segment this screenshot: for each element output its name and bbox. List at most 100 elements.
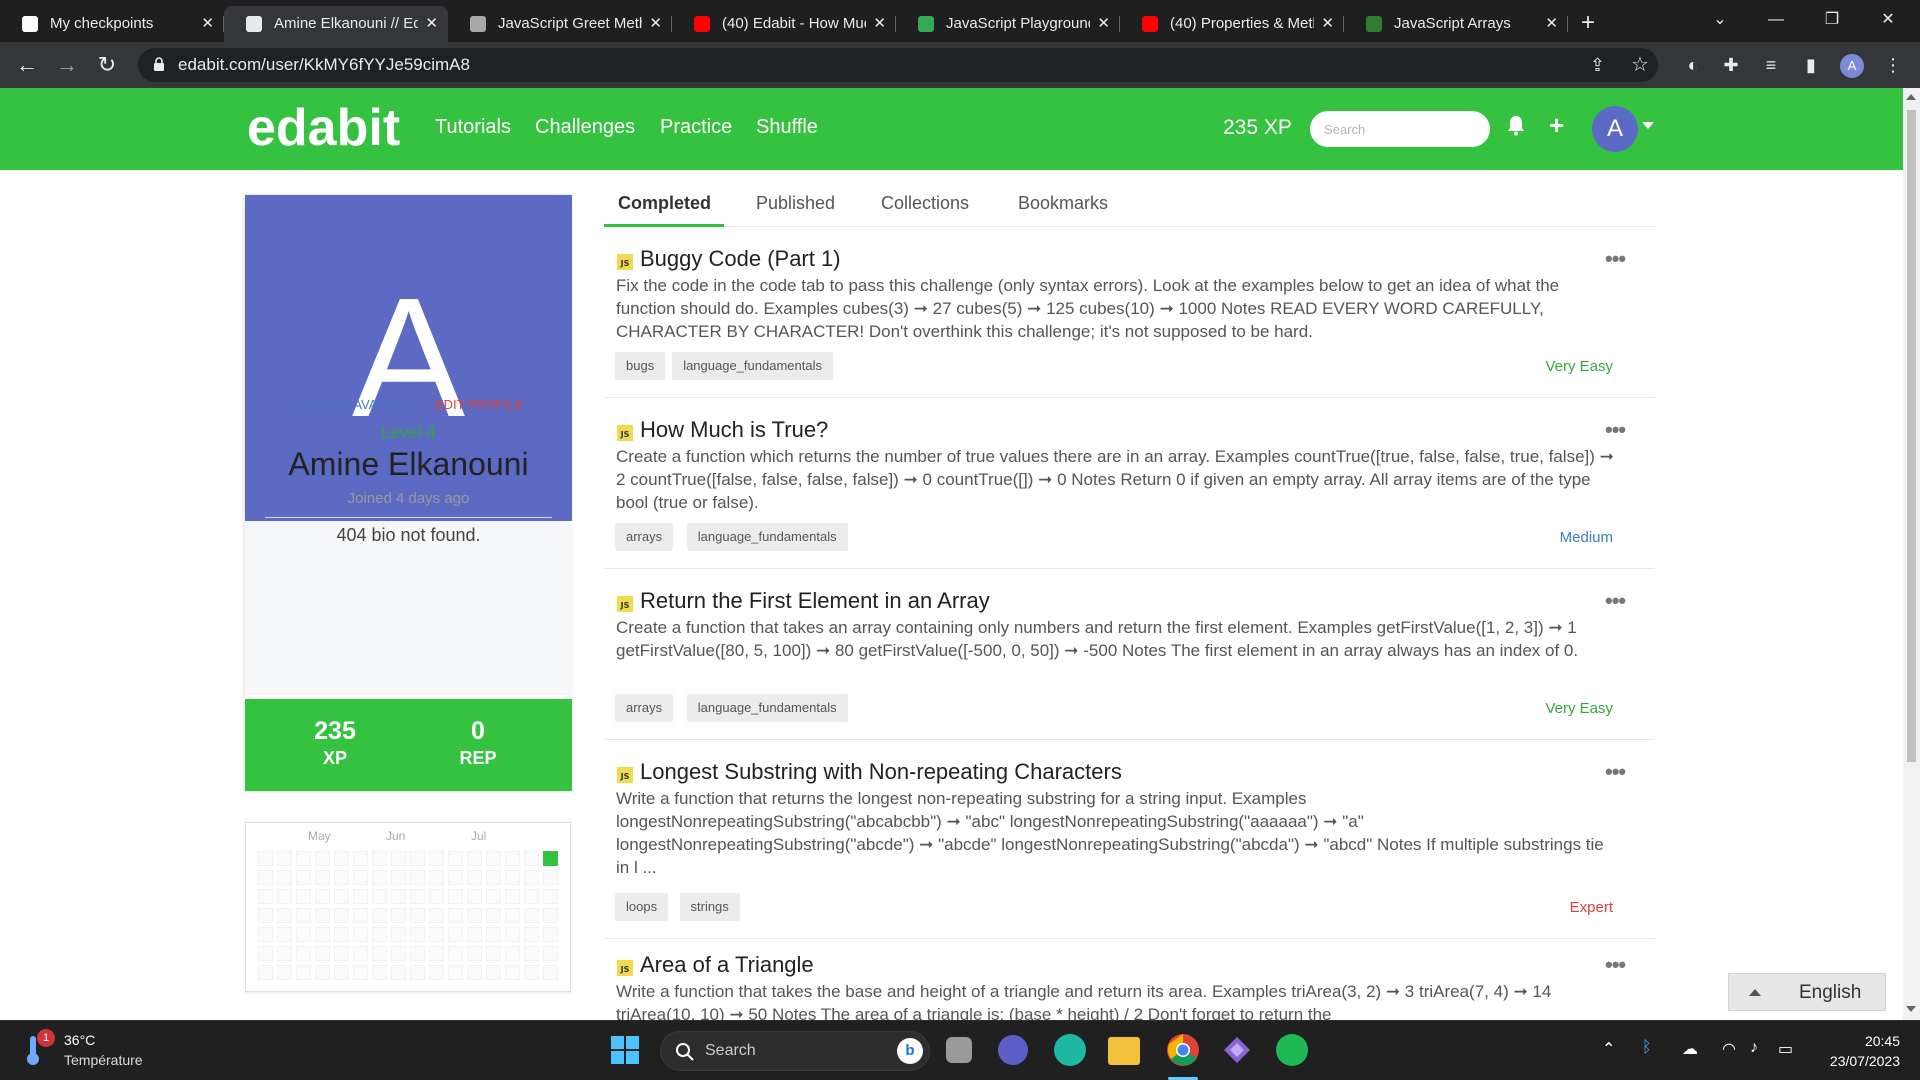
activity-day-cell[interactable] <box>448 870 463 885</box>
more-options-icon[interactable]: ••• <box>1605 588 1626 614</box>
activity-day-cell[interactable] <box>391 908 406 923</box>
activity-day-cell[interactable] <box>391 870 406 885</box>
tab-close-icon[interactable]: ✕ <box>649 6 662 42</box>
activity-day-cell[interactable] <box>277 889 292 904</box>
activity-day-cell[interactable] <box>296 965 311 980</box>
reload-icon[interactable]: ↻ <box>92 50 122 80</box>
activity-day-cell[interactable] <box>467 889 482 904</box>
activity-day-cell[interactable] <box>296 889 311 904</box>
back-icon[interactable]: ← <box>12 50 42 80</box>
activity-day-cell[interactable] <box>315 889 330 904</box>
activity-day-cell[interactable] <box>467 870 482 885</box>
tray-chevron-up-icon[interactable]: ⌃ <box>1602 1039 1615 1059</box>
activity-day-cell[interactable] <box>334 927 349 942</box>
challenge-card[interactable]: JS Buggy Code (Part 1) ••• Fix the code in … <box>605 240 1655 398</box>
activity-day-cell[interactable] <box>277 927 292 942</box>
edit-profile-link[interactable]: EDIT PROFILE <box>435 397 524 412</box>
activity-day-cell[interactable] <box>524 889 539 904</box>
language-selector[interactable]: English <box>1728 973 1886 1011</box>
scroll-up-icon[interactable] <box>1906 94 1916 100</box>
activity-day-cell[interactable] <box>467 927 482 942</box>
activity-day-cell[interactable] <box>315 870 330 885</box>
activity-day-cell[interactable] <box>353 927 368 942</box>
activity-day-cell[interactable] <box>372 927 387 942</box>
activity-day-cell[interactable] <box>448 946 463 961</box>
activity-day-cell[interactable] <box>505 908 520 923</box>
activity-day-cell[interactable] <box>277 965 292 980</box>
browser-profile-avatar[interactable]: A <box>1840 54 1864 78</box>
activity-day-cell[interactable] <box>258 870 273 885</box>
activity-day-cell[interactable] <box>391 889 406 904</box>
browser-tab[interactable]: JavaScript Arrays ✕ <box>1344 6 1568 42</box>
activity-day-cell[interactable] <box>258 851 273 866</box>
search-input[interactable] <box>1310 111 1490 147</box>
activity-day-cell[interactable] <box>334 946 349 961</box>
battery-icon[interactable]: ▭ <box>1778 1039 1793 1059</box>
activity-day-cell[interactable] <box>410 965 425 980</box>
activity-day-cell[interactable] <box>467 908 482 923</box>
activity-day-cell[interactable] <box>448 851 463 866</box>
activity-day-cell[interactable] <box>505 870 520 885</box>
activity-day-cell[interactable] <box>391 851 406 866</box>
header-avatar[interactable]: A <box>1592 106 1638 152</box>
challenge-title[interactable]: Area of a Triangle <box>640 952 814 978</box>
share-icon[interactable]: ⇪ <box>1590 48 1605 82</box>
activity-day-cell[interactable] <box>410 927 425 942</box>
activity-day-cell[interactable] <box>296 908 311 923</box>
activity-day-cell[interactable] <box>486 908 501 923</box>
more-options-icon[interactable]: ••• <box>1605 417 1626 443</box>
activity-day-cell[interactable] <box>315 927 330 942</box>
activity-day-cell[interactable] <box>296 946 311 961</box>
activity-day-cell[interactable] <box>543 927 558 942</box>
challenge-title[interactable]: Return the First Element in an Array <box>640 588 990 614</box>
tab-close-icon[interactable]: ✕ <box>873 6 886 42</box>
activity-day-cell[interactable] <box>258 908 273 923</box>
tab-bookmarks[interactable]: Bookmarks <box>1018 193 1108 214</box>
edabit-logo[interactable]: edabit <box>247 98 400 158</box>
browser-tab[interactable]: JavaScript Playground ✕ <box>896 6 1120 42</box>
activity-day-cell[interactable] <box>505 965 520 980</box>
activity-day-cell[interactable] <box>524 908 539 923</box>
task-view-icon[interactable] <box>946 1037 972 1063</box>
activity-day-cell[interactable] <box>372 908 387 923</box>
challenge-tag[interactable]: arrays <box>615 694 674 722</box>
activity-day-cell[interactable] <box>334 889 349 904</box>
nav-shuffle[interactable]: Shuffle <box>756 116 818 139</box>
activity-day-cell[interactable] <box>353 851 368 866</box>
challenge-title[interactable]: Longest Substring with Non-repeating Cha… <box>640 759 1122 785</box>
tab-published[interactable]: Published <box>756 193 835 214</box>
activity-day-cell[interactable] <box>543 965 558 980</box>
activity-day-cell[interactable] <box>296 851 311 866</box>
activity-day-cell[interactable] <box>372 965 387 980</box>
activity-day-cell[interactable] <box>429 946 444 961</box>
activity-day-cell[interactable] <box>391 965 406 980</box>
activity-day-cell[interactable] <box>315 908 330 923</box>
activity-day-cell[interactable] <box>334 908 349 923</box>
temperature[interactable]: 36°C <box>64 1032 95 1048</box>
challenge-tag[interactable]: language_fundamentals <box>672 352 833 380</box>
challenge-title[interactable]: Buggy Code (Part 1) <box>640 246 841 272</box>
tab-close-icon[interactable]: ✕ <box>1097 6 1110 42</box>
tab-close-icon[interactable]: ✕ <box>1545 6 1558 42</box>
scroll-thumb[interactable] <box>1907 110 1916 762</box>
spotify-icon[interactable] <box>1276 1034 1308 1066</box>
edge-icon[interactable] <box>1054 1034 1086 1066</box>
activity-day-cell[interactable] <box>334 965 349 980</box>
nav-tutorials[interactable]: Tutorials <box>435 116 511 139</box>
puzzle-extensions-icon[interactable]: ✚ <box>1716 50 1746 80</box>
tab-collections[interactable]: Collections <box>881 193 969 214</box>
browser-tab[interactable]: (40) Edabit - How Much is True? ✕ <box>672 6 896 42</box>
new-tab-button[interactable]: + <box>1568 6 1608 42</box>
activity-day-cell[interactable] <box>524 870 539 885</box>
activity-day-cell[interactable] <box>486 870 501 885</box>
activity-day-cell[interactable] <box>429 851 444 866</box>
activity-day-cell[interactable] <box>467 851 482 866</box>
activity-day-cell[interactable] <box>505 889 520 904</box>
activity-day-cell[interactable] <box>334 851 349 866</box>
activity-day-cell[interactable] <box>372 889 387 904</box>
activity-day-cell[interactable] <box>429 927 444 942</box>
teams-chat-icon[interactable] <box>998 1035 1028 1065</box>
challenge-card[interactable]: JS Longest Substring with Non-repeating C… <box>605 753 1655 939</box>
activity-day-cell[interactable] <box>410 889 425 904</box>
windows-start-icon[interactable] <box>610 1035 640 1065</box>
